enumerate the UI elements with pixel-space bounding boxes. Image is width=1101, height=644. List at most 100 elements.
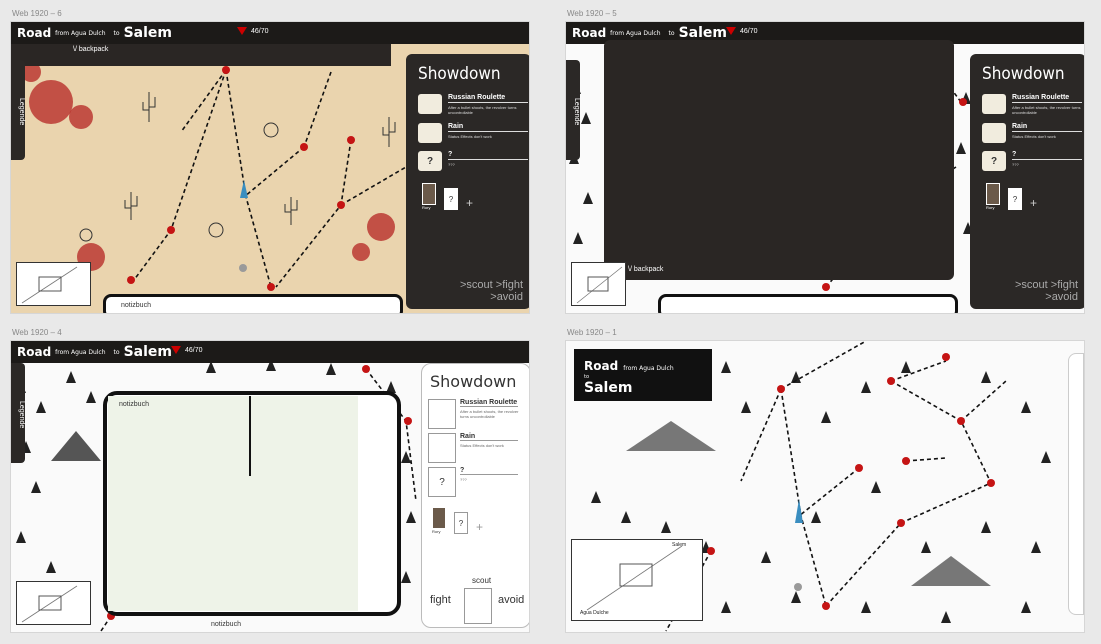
minimap[interactable] bbox=[16, 262, 91, 306]
card-rain[interactable]: Rain Status Effects don't work bbox=[970, 119, 1084, 147]
health-indicator: 46/70 bbox=[726, 27, 758, 35]
health-triangle-icon bbox=[171, 346, 181, 354]
legend-tab[interactable]: Legende bbox=[11, 363, 25, 463]
character-row: Rory ? + bbox=[970, 175, 1084, 218]
character-portrait[interactable] bbox=[986, 183, 1000, 205]
card-desc: ??? bbox=[448, 162, 455, 167]
scout-action[interactable]: >scout bbox=[460, 279, 493, 291]
unknown-character[interactable]: ? bbox=[1008, 188, 1022, 210]
add-icon[interactable]: + bbox=[466, 196, 473, 210]
minimap[interactable]: Salem Agua Dulche bbox=[571, 539, 703, 621]
character-row: Rory ? + bbox=[406, 175, 529, 218]
destination-label: Salem bbox=[123, 25, 172, 41]
side-drawer-handle[interactable] bbox=[1068, 353, 1084, 615]
avoid-action[interactable]: >avoid bbox=[490, 291, 523, 303]
card-unknown[interactable]: ? ???? bbox=[422, 465, 529, 499]
road-label: Road bbox=[572, 26, 607, 40]
card-desc: Status Effects don't work bbox=[1012, 134, 1056, 139]
card-icon: ? bbox=[428, 467, 456, 497]
scout-action[interactable]: >scout bbox=[1015, 279, 1048, 291]
minimap[interactable] bbox=[16, 581, 91, 625]
card-icon: ? bbox=[982, 151, 1006, 171]
card-unknown[interactable]: ? ???? bbox=[970, 147, 1084, 175]
card-title: ? bbox=[460, 467, 518, 475]
fight-action[interactable]: >fight bbox=[1051, 279, 1078, 291]
card-russian-roulette[interactable]: Russian Roulette After a bullet shoots, t… bbox=[422, 397, 529, 431]
frame-overview: Road from Agua Dulch to Salem Salem Agua… bbox=[565, 340, 1085, 633]
to-label: to bbox=[113, 348, 120, 356]
top-bar: Road from Agua Dulch to Salem bbox=[11, 341, 529, 363]
card-desc: After a bullet shoots, the revolver turn… bbox=[460, 409, 519, 419]
card-icon: ? bbox=[418, 151, 442, 171]
health-triangle-icon bbox=[237, 27, 247, 35]
minimap[interactable] bbox=[571, 262, 626, 306]
card-icon bbox=[418, 123, 442, 143]
from-label: from Agua Dulch bbox=[55, 348, 106, 356]
from-label: from Agua Dulch bbox=[610, 29, 661, 37]
card-title: Rain bbox=[460, 433, 518, 441]
add-icon[interactable]: + bbox=[476, 520, 483, 534]
backpack-toggle[interactable]: \/ backpack bbox=[628, 266, 663, 273]
showdown-title: Showdown bbox=[418, 64, 501, 84]
card-russian-roulette[interactable]: Russian Roulette After a bullet shoots, t… bbox=[406, 90, 529, 119]
minimap-start-label: Agua Dulche bbox=[580, 610, 609, 616]
card-desc: After a bullet shoots, the revolver turn… bbox=[1012, 105, 1081, 115]
legend-tab[interactable]: Legende bbox=[11, 60, 25, 160]
from-label: from Agua Dulch bbox=[55, 29, 106, 37]
notebook-tab[interactable]: notizbuch bbox=[211, 621, 241, 628]
from-label: from Agua Dulch bbox=[623, 365, 674, 372]
card-icon bbox=[418, 94, 442, 114]
legend-tab[interactable]: Legende bbox=[566, 60, 580, 160]
scout-action[interactable]: scout bbox=[472, 576, 491, 585]
card-title: Rain bbox=[1012, 123, 1082, 132]
health-value: 46/70 bbox=[740, 27, 758, 35]
avoid-action[interactable]: >avoid bbox=[1045, 291, 1078, 303]
card-title: Russian Roulette bbox=[448, 94, 528, 103]
avoid-action[interactable]: avoid bbox=[498, 594, 524, 606]
fight-action[interactable]: >fight bbox=[496, 279, 523, 291]
character-portrait[interactable] bbox=[432, 507, 446, 529]
card-title: ? bbox=[1012, 151, 1082, 160]
health-value: 46/70 bbox=[185, 346, 203, 354]
character-name: Rory bbox=[422, 205, 431, 210]
card-title: Rain bbox=[448, 123, 528, 132]
card-rain[interactable]: Rain Status Effects don't work bbox=[406, 119, 529, 147]
frame-label: Web 1920 – 5 bbox=[567, 9, 617, 18]
card-icon bbox=[982, 123, 1006, 143]
health-indicator: 46/70 bbox=[237, 27, 269, 35]
unknown-character[interactable]: ? bbox=[454, 512, 468, 534]
card-icon bbox=[982, 94, 1006, 114]
showdown-panel: Showdown Russian Roulette After a bullet … bbox=[970, 54, 1084, 309]
minimap-end-label: Salem bbox=[672, 542, 687, 548]
health-triangle-icon bbox=[726, 27, 736, 35]
card-desc: Status Effects don't work bbox=[448, 134, 492, 139]
card-unknown[interactable]: ? ???? bbox=[406, 147, 529, 175]
action-card[interactable] bbox=[464, 588, 492, 624]
top-bar: Road from Agua Dulch to Salem bbox=[11, 22, 529, 44]
backpack-panel bbox=[604, 40, 954, 280]
unknown-character[interactable]: ? bbox=[444, 188, 458, 210]
backpack-toggle[interactable]: \/ backpack bbox=[73, 46, 108, 53]
fight-action[interactable]: fight bbox=[430, 594, 451, 606]
card-icon bbox=[428, 399, 456, 429]
card-russian-roulette[interactable]: Russian Roulette After a bullet shoots, t… bbox=[970, 90, 1084, 119]
card-desc: After a bullet shoots, the revolver turn… bbox=[448, 105, 517, 115]
notebook-tab[interactable]: notizbuch bbox=[121, 302, 151, 309]
road-label: Road bbox=[17, 26, 52, 40]
showdown-panel: Showdown Russian Roulette After a bullet … bbox=[421, 363, 529, 628]
destination-label: Salem bbox=[584, 380, 633, 396]
notebook-label: notizbuch bbox=[119, 401, 149, 408]
notebook-divider bbox=[249, 396, 251, 476]
destination-label: Salem bbox=[123, 344, 172, 360]
frame-desert: Road from Agua Dulch to Salem 46/70 \/ b… bbox=[10, 21, 530, 314]
route-title: Road from Agua Dulch to Salem bbox=[574, 349, 712, 401]
card-title: Russian Roulette bbox=[460, 399, 518, 407]
road-label: Road bbox=[17, 345, 52, 359]
health-value: 46/70 bbox=[251, 27, 269, 35]
notebook-page[interactable] bbox=[108, 396, 358, 611]
add-icon[interactable]: + bbox=[1030, 196, 1037, 210]
frame-label: Web 1920 – 4 bbox=[12, 328, 62, 337]
action-list: >scout >fight >avoid bbox=[1015, 279, 1078, 303]
character-portrait[interactable] bbox=[422, 183, 436, 205]
card-rain[interactable]: Rain Status Effects don't work bbox=[422, 431, 529, 465]
